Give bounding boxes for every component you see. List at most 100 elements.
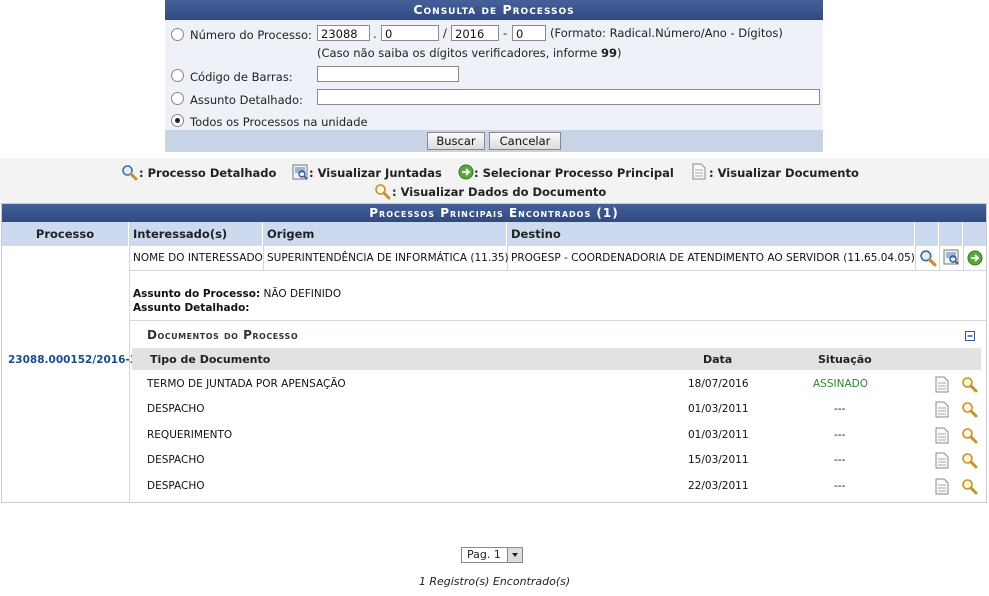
processo-link[interactable]: 23088.000152/2016-31: [8, 354, 144, 366]
dot-separator: .: [373, 27, 377, 41]
assunto-detalhado-label: Assunto Detalhado:: [190, 93, 303, 107]
ano-input[interactable]: 2016: [451, 25, 499, 41]
select-arrow-icon: [458, 164, 474, 180]
document-row: DESPACHO 15/03/2011 ---: [132, 448, 981, 473]
view-document-icon[interactable]: [935, 376, 949, 393]
document-tipo: REQUERIMENTO: [147, 429, 233, 441]
processo-detalhado-magnifier-icon[interactable]: [919, 249, 937, 267]
digitos-hint-suffix: ): [617, 46, 622, 60]
assunto-processo-label: Assunto do Processo:: [133, 288, 261, 300]
documentos-title: Documentos do Processo: [147, 328, 299, 342]
visualizar-juntadas-icon[interactable]: [943, 249, 960, 266]
selecionar-principal-arrow-icon[interactable]: [967, 250, 983, 266]
digitos-input[interactable]: 0: [512, 25, 546, 41]
view-document-data-magnifier-icon[interactable]: [961, 376, 978, 393]
col-action-2: [939, 222, 963, 246]
radio-todos-processos[interactable]: [171, 114, 184, 127]
results-count: 1 Registro(s) Encontrado(s): [418, 575, 571, 588]
document-tipo: DESPACHO: [147, 403, 205, 415]
assunto-detalhado-input[interactable]: [317, 89, 820, 105]
divider: [263, 246, 264, 270]
document-tipo: DESPACHO: [147, 480, 205, 492]
results-header-row: Processo Interessado(s) Origem Destino: [2, 222, 986, 246]
legend-visualizar-documento: : Visualizar Documento: [709, 166, 859, 180]
divider: [129, 246, 130, 502]
buscar-button[interactable]: Buscar: [427, 132, 485, 150]
col-data: Data: [703, 353, 733, 366]
page-select[interactable]: Pag. 1: [461, 547, 523, 563]
formato-hint: (Formato: Radical.Número/Ano - Dígitos): [550, 26, 783, 40]
search-button-bar: Buscar Cancelar: [165, 130, 823, 152]
cancelar-button[interactable]: Cancelar: [489, 132, 561, 150]
destino-value: PROGESP - COORDENADORIA DE ATENDIMENTO A…: [511, 252, 915, 264]
col-destino: Destino: [507, 222, 915, 246]
legend-visualizar-juntadas: : Visualizar Juntadas: [309, 166, 442, 180]
document-data: 01/03/2011: [688, 429, 749, 441]
col-processo: Processo: [2, 222, 129, 246]
view-document-data-magnifier-icon[interactable]: [961, 478, 978, 495]
magnifier-icon: [122, 165, 138, 181]
col-interessado: Interessado(s): [129, 222, 263, 246]
slash-separator: /: [443, 26, 447, 40]
document-row: TERMO DE JUNTADA POR APENSAÇÃO 18/07/201…: [132, 372, 981, 397]
document-data: 22/03/2011: [688, 480, 749, 492]
view-document-data-magnifier-icon[interactable]: [961, 427, 978, 444]
view-document-icon[interactable]: [935, 427, 949, 444]
todos-processos-label: Todos os Processos na unidade: [190, 115, 368, 129]
document-situacao: ---: [834, 480, 846, 492]
document-tipo: TERMO DE JUNTADA POR APENSAÇÃO: [147, 378, 346, 390]
view-document-data-magnifier-icon[interactable]: [961, 452, 978, 469]
digitos-hint-prefix: (Caso não saiba os dígitos verificadores…: [317, 46, 602, 60]
view-attachments-icon: [292, 164, 308, 180]
collapse-icon[interactable]: [965, 331, 975, 341]
legend-processo-detalhado: : Processo Detalhado: [139, 166, 277, 180]
document-data: 01/03/2011: [688, 403, 749, 415]
digitos-hint: (Caso não saiba os dígitos verificadores…: [317, 46, 622, 60]
col-situacao: Situação: [818, 353, 872, 366]
legend-visualizar-dados: : Visualizar Dados do Documento: [392, 185, 607, 199]
divider: [130, 270, 986, 271]
view-document-icon[interactable]: [935, 401, 949, 418]
search-form: Consulta de Processos Número do Processo…: [165, 0, 823, 152]
col-tipo-documento: Tipo de Documento: [150, 353, 271, 366]
document-row: DESPACHO 01/03/2011 ---: [132, 397, 981, 422]
search-form-title: Consulta de Processos: [165, 0, 823, 20]
col-action-1: [915, 222, 939, 246]
chevron-down-icon[interactable]: [507, 548, 522, 562]
divider: [939, 246, 940, 270]
interessado-value: NOME DO INTERESSADO: [133, 252, 263, 264]
document-row: DESPACHO 22/03/2011 ---: [132, 474, 981, 499]
radio-codigo-barras[interactable]: [171, 69, 184, 82]
digitos-hint-value: 99: [601, 46, 618, 60]
radio-numero-processo[interactable]: [171, 28, 184, 41]
assunto-processo: Assunto do Processo: NÃO DEFINIDO: [133, 288, 341, 300]
origem-value: SUPERINTENDÊNCIA DE INFORMÁTICA (11.35): [267, 252, 509, 264]
view-document-data-magnifier-icon[interactable]: [961, 401, 978, 418]
results-table: Processos Principais Encontrados (1) Pro…: [1, 203, 987, 503]
document-row: REQUERIMENTO 01/03/2011 ---: [132, 423, 981, 448]
numero-processo-label: Número do Processo:: [190, 28, 312, 42]
assunto-detalhado: Assunto Detalhado:: [133, 302, 250, 314]
assunto-detalhado-row-label: Assunto Detalhado:: [133, 302, 250, 314]
document-data: 18/07/2016: [688, 378, 749, 390]
document-tipo: DESPACHO: [147, 454, 205, 466]
col-action-3: [963, 222, 986, 246]
codigo-barras-input[interactable]: [317, 66, 459, 82]
codigo-barras-label: Código de Barras:: [190, 70, 293, 84]
icon-legend: : Processo Detalhado : Visualizar Juntad…: [0, 158, 989, 204]
divider: [963, 246, 964, 270]
documentos-header-row: Tipo de Documento Data Situação: [132, 348, 981, 370]
radio-assunto-detalhado[interactable]: [171, 92, 184, 105]
magnifier-icon: [375, 184, 391, 200]
dash-separator: -: [503, 26, 508, 40]
numero-input[interactable]: 0: [381, 25, 439, 41]
document-situacao: ---: [834, 454, 846, 466]
divider: [915, 246, 916, 270]
view-document-icon[interactable]: [935, 452, 949, 469]
radical-input[interactable]: 23088: [317, 25, 370, 41]
col-origem: Origem: [263, 222, 507, 246]
legend-selecionar-principal: : Selecionar Processo Principal: [474, 166, 674, 180]
document-situacao: ---: [834, 403, 846, 415]
view-document-icon[interactable]: [935, 478, 949, 495]
document-icon: [692, 163, 706, 180]
